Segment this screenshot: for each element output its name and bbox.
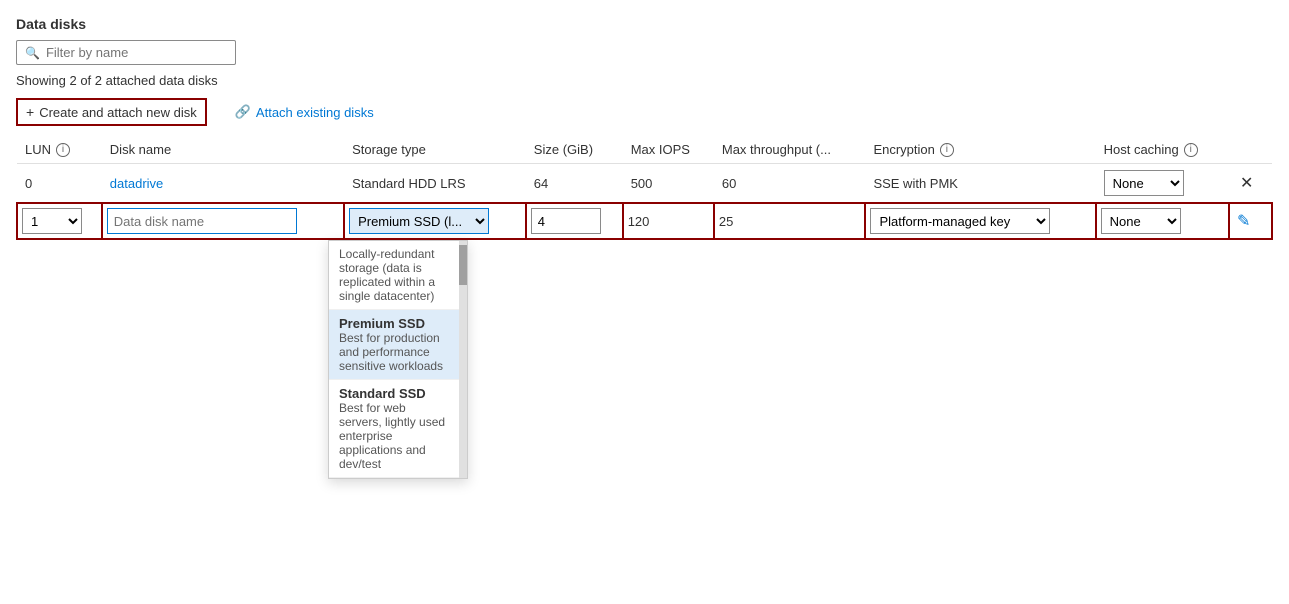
storage-type-select-edit[interactable]: Premium SSD (l... Standard HDD LRS Stand… [349,208,489,234]
disk-name-link-0[interactable]: datadrive [110,176,163,191]
cell-iops-0: 500 [623,164,714,204]
col-actions [1229,136,1272,164]
col-lun: LUN i [17,136,102,164]
disk-table: LUN i Disk name Storage type Size (GiB) [16,136,1273,240]
create-disk-button[interactable]: + Create and attach new disk [16,98,207,126]
cell-diskname-edit [102,203,344,239]
edit-row: 1 2 3 Premium SSD (l... Standard HDD LRS… [17,203,1272,239]
create-disk-label: Create and attach new disk [39,105,197,120]
showing-count: Showing 2 of 2 attached data disks [16,73,1273,88]
lun-select-edit[interactable]: 1 2 3 [22,208,82,234]
action-bar: + Create and attach new disk 🔗 Attach ex… [16,98,1273,126]
dropdown-content: Locally-redundant storage (data is repli… [329,241,459,478]
attach-icon: 🔗 [235,104,251,120]
plus-icon: + [26,104,34,120]
cell-lun-0: 0 [17,164,102,204]
cell-size-0: 64 [526,164,623,204]
dropdown-scrollbar: Locally-redundant storage (data is repli… [329,241,467,478]
cell-lun-edit: 1 2 3 [17,203,102,239]
dropdown-item-premium-ssd[interactable]: Premium SSD Best for production and perf… [329,310,459,380]
table-header: LUN i Disk name Storage type Size (GiB) [17,136,1272,164]
col-storage-type: Storage type [344,136,526,164]
delete-row-button-0[interactable]: ✕ [1237,173,1256,193]
cell-encryption-0: SSE with PMK [865,164,1095,204]
data-disks-section: Data disks 🔍 Showing 2 of 2 attached dat… [16,16,1273,240]
cell-encryption-edit: Platform-managed key Customer-managed ke… [865,203,1095,239]
filter-input[interactable] [46,45,227,60]
cell-size-edit [526,203,623,239]
cell-diskname-0: datadrive [102,164,344,204]
col-max-throughput: Max throughput (... [714,136,866,164]
dropdown-scroll-thumb [459,245,467,285]
cell-throughput-0: 60 [714,164,866,204]
cell-edit-actions: ✎ [1229,203,1272,239]
filter-row: 🔍 [16,40,1273,65]
cell-throughput-edit: 25 [714,203,866,239]
dropdown-item-lrs-text: Locally-redundant storage (data is repli… [339,247,449,303]
dropdown-item-standard-desc: Best for web servers, lightly used enter… [339,401,449,471]
col-size: Size (GiB) [526,136,623,164]
storage-type-dropdown: Locally-redundant storage (data is repli… [328,240,468,479]
disk-name-input-edit[interactable] [107,208,297,234]
edit-row-pencil-button[interactable]: ✎ [1234,211,1253,231]
dropdown-item-premium-title: Premium SSD [339,316,449,331]
cell-hostcaching-0: None Read-only Read/write [1096,164,1229,204]
encryption-select-edit[interactable]: Platform-managed key Customer-managed ke… [870,208,1050,234]
lun-info-icon[interactable]: i [56,143,70,157]
dropdown-item-lrs[interactable]: Locally-redundant storage (data is repli… [329,241,459,310]
dropdown-item-premium-desc: Best for production and performance sens… [339,331,449,373]
dropdown-scroll-track[interactable] [459,241,467,478]
col-max-iops: Max IOPS [623,136,714,164]
filter-input-wrapper[interactable]: 🔍 [16,40,236,65]
search-icon: 🔍 [25,46,40,60]
col-host-caching: Host caching i [1096,136,1229,164]
cell-hostcaching-edit: None Read-only Read/write [1096,203,1229,239]
encryption-info-icon[interactable]: i [940,143,954,157]
cell-storagetype-edit: Premium SSD (l... Standard HDD LRS Stand… [344,203,526,239]
host-caching-select-edit[interactable]: None Read-only Read/write [1101,208,1181,234]
col-disk-name: Disk name [102,136,344,164]
table-row: 0 datadrive Standard HDD LRS 64 500 [17,164,1272,204]
host-caching-info-icon[interactable]: i [1184,143,1198,157]
attach-disk-label: Attach existing disks [256,105,374,120]
cell-storagetype-0: Standard HDD LRS [344,164,526,204]
section-title: Data disks [16,16,1273,32]
size-input-edit[interactable] [531,208,601,234]
host-caching-select-0[interactable]: None Read-only Read/write [1104,170,1184,196]
dropdown-item-standard-title: Standard SSD [339,386,449,401]
col-encryption: Encryption i [865,136,1095,164]
table-container: LUN i Disk name Storage type Size (GiB) [16,136,1273,240]
dropdown-item-standard-ssd[interactable]: Standard SSD Best for web servers, light… [329,380,459,478]
cell-delete-0: ✕ [1229,164,1272,204]
attach-disk-button[interactable]: 🔗 Attach existing disks [227,100,382,124]
cell-iops-edit: 120 [623,203,714,239]
